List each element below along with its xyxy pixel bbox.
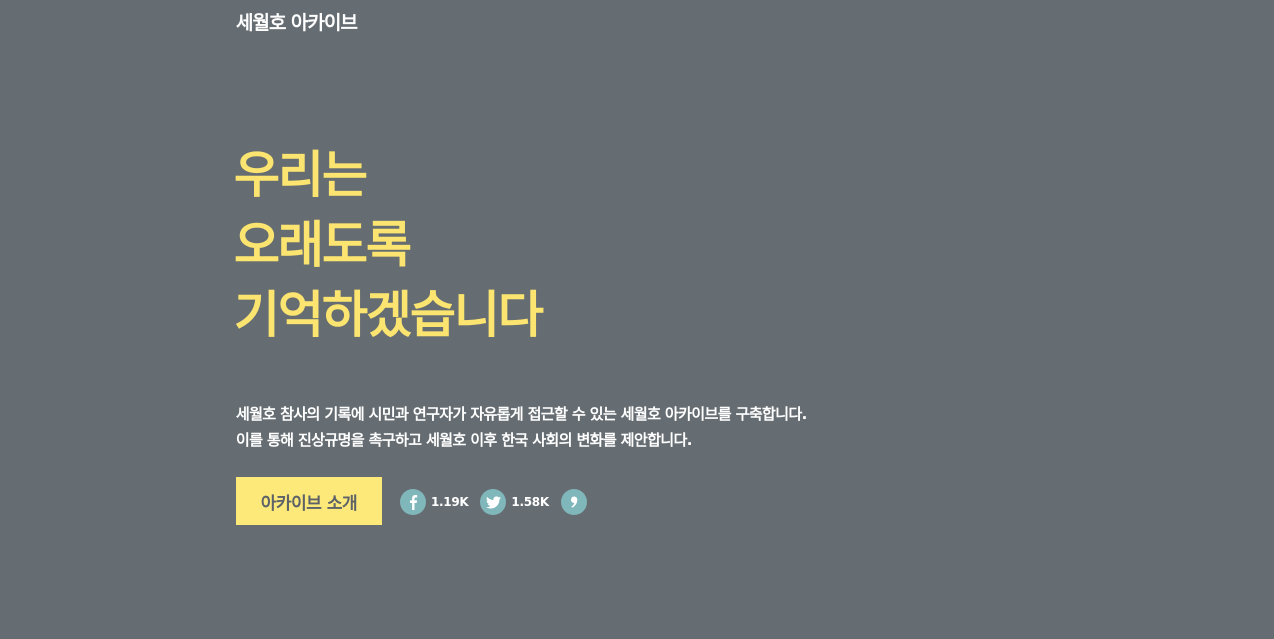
description-line-2: 이를 통해 진상규명을 촉구하고 세월호 이후 한국 사회의 변화를 제안합니다… xyxy=(236,431,693,449)
facebook-share-count: 1.19K xyxy=(431,495,469,509)
twitter-icon xyxy=(480,489,507,515)
site-title-link[interactable]: 세월호 아카이브 xyxy=(236,8,358,35)
share-bar: 1.19K 1.58K xyxy=(400,489,599,515)
twitter-share-button[interactable]: 1.58K xyxy=(480,489,549,515)
hero-description: 세월호 참사의 기록에 시민과 연구자가 자유롭게 접근할 수 있는 세월호 아… xyxy=(236,401,807,453)
archive-intro-button[interactable]: 아카이브 소개 xyxy=(236,477,382,525)
twitter-share-count: 1.58K xyxy=(511,495,549,509)
headline-line-1: 우리는 xyxy=(234,146,368,204)
comment-share-button[interactable] xyxy=(560,489,587,515)
headline-line-2: 오래도록 xyxy=(234,216,412,274)
comma-icon xyxy=(560,489,587,515)
description-line-1: 세월호 참사의 기록에 시민과 연구자가 자유롭게 접근할 수 있는 세월호 아… xyxy=(236,405,807,423)
page: 세월호 아카이브 우리는 오래도록 기억하겠습니다 세월호 참사의 기록에 시민… xyxy=(0,0,1274,639)
facebook-share-button[interactable]: 1.19K xyxy=(400,489,469,515)
facebook-icon xyxy=(400,489,426,515)
hero-headline: 우리는 오래도록 기억하겠습니다 xyxy=(234,140,544,350)
headline-line-3: 기억하겠습니다 xyxy=(234,286,544,344)
